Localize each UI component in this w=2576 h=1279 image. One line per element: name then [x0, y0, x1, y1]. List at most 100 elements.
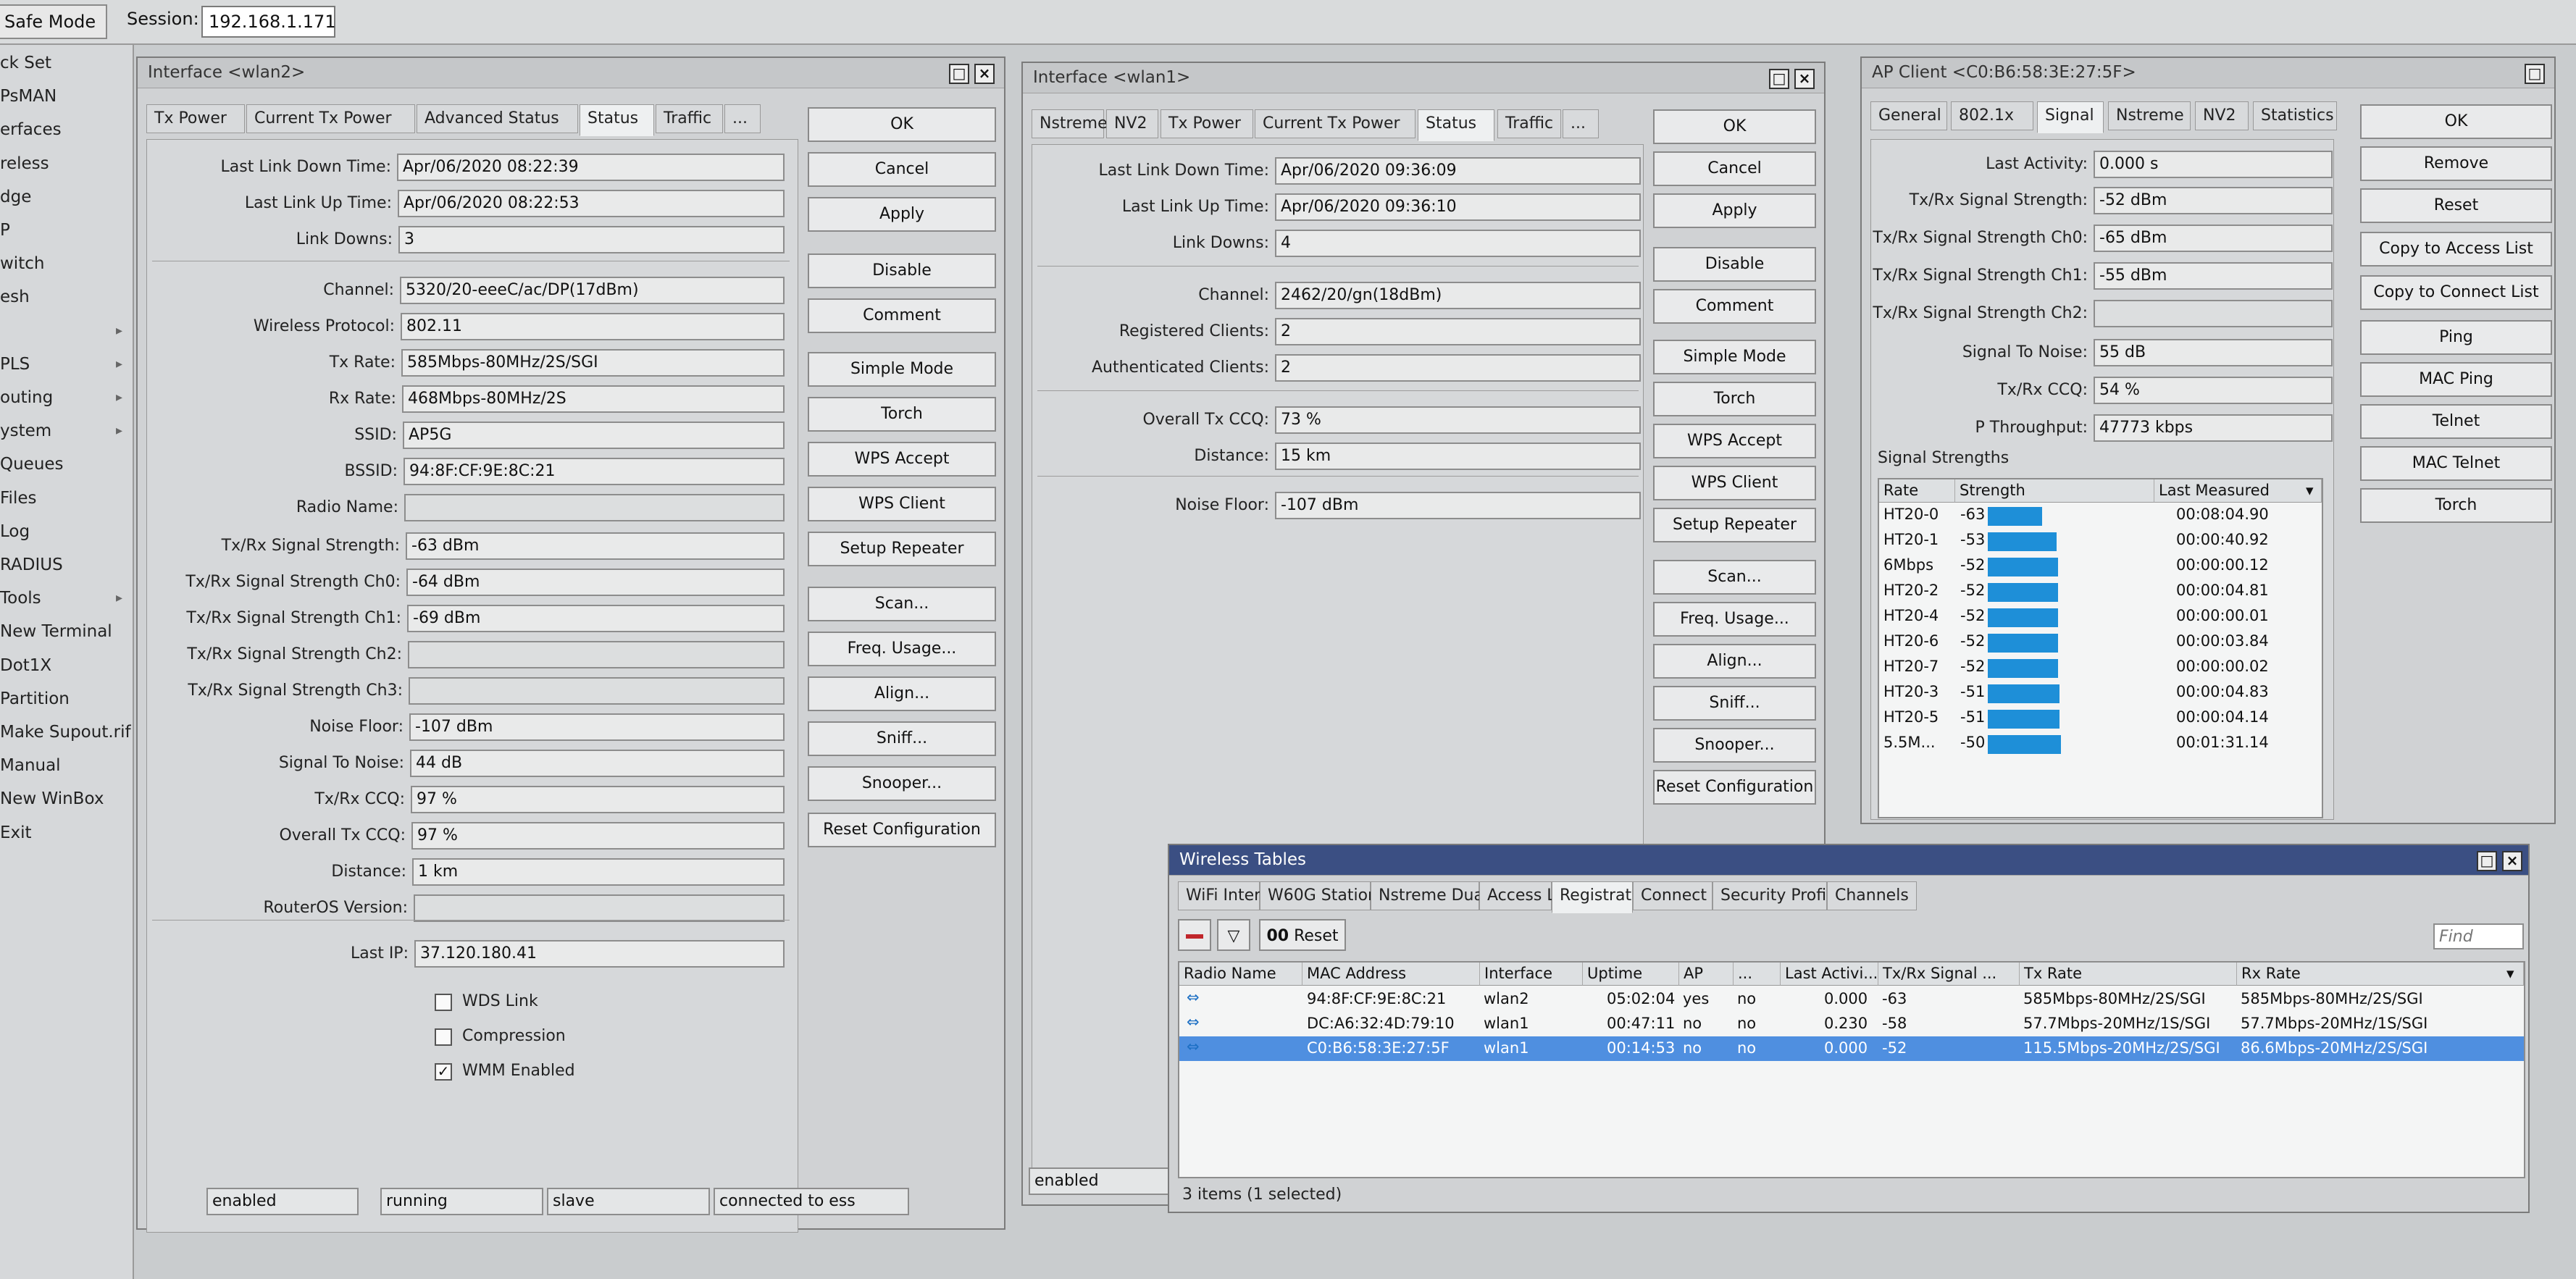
tab-w60g-station[interactable]: W60G Station — [1260, 881, 1378, 910]
wps-accept-button[interactable]: WPS Accept — [808, 442, 996, 477]
disable-button[interactable]: Disable — [808, 253, 996, 288]
wmm-enabled-checkbox[interactable]: ✓ — [435, 1063, 452, 1081]
left-menu-item-queues[interactable]: Queues — [0, 455, 64, 474]
safe-mode-button[interactable]: Safe Mode — [0, 4, 108, 39]
tab-signal[interactable]: Signal — [2037, 101, 2104, 133]
column-header-strength[interactable]: Strength — [1955, 479, 2154, 503]
align-button[interactable]: Align... — [808, 676, 996, 711]
align-button[interactable]: Align... — [1653, 644, 1816, 679]
tab-statistics[interactable]: Statistics — [2253, 101, 2337, 130]
copy-to-access-list-button[interactable]: Copy to Access List — [2360, 232, 2552, 267]
left-menu-item-p[interactable]: P — [0, 221, 10, 240]
table-row[interactable]: ⇔ 94:8F:CF:9E:8C:21 wlan2 05:02:04 yes no 0.00… — [1179, 987, 2524, 1012]
setup-repeater-button[interactable]: Setup Repeater — [808, 532, 996, 566]
column-header-radio-name[interactable]: Radio Name — [1179, 963, 1302, 986]
close-icon[interactable]: × — [1794, 69, 1815, 89]
comment-button[interactable]: Comment — [808, 298, 996, 333]
tab-item[interactable]: ... — [724, 104, 761, 133]
column-header-last-activi[interactable]: Last Activi... — [1781, 963, 1878, 986]
scan-button[interactable]: Scan... — [1653, 560, 1816, 595]
close-icon[interactable]: × — [974, 64, 995, 84]
tab-channels[interactable]: Channels — [1827, 881, 1917, 910]
left-menu-item-witch[interactable]: witch — [0, 254, 44, 273]
cancel-button[interactable]: Cancel — [1653, 151, 1816, 186]
left-menu-item-erfaces[interactable]: erfaces — [0, 120, 62, 139]
tab-traffic[interactable]: Traffic — [656, 104, 723, 133]
left-menu-item-manual[interactable]: Manual — [0, 756, 61, 775]
tab-status[interactable]: Status — [580, 104, 654, 136]
sniff-button[interactable]: Sniff... — [1653, 686, 1816, 721]
left-menu-item-ck-set[interactable]: ck Set — [0, 54, 51, 72]
tab-advanced-status[interactable]: Advanced Status — [417, 104, 578, 133]
apply-button[interactable]: Apply — [1653, 193, 1816, 228]
tab-nv2[interactable]: NV2 — [2195, 101, 2249, 130]
left-menu-item-outing[interactable]: outing — [0, 388, 53, 407]
left-menu-item-tools[interactable]: Tools — [0, 589, 41, 608]
tab-general[interactable]: General — [1870, 101, 1947, 130]
left-menu-item-make-supout-rif[interactable]: Make Supout.rif — [0, 723, 131, 742]
ok-button[interactable]: OK — [1653, 109, 1816, 144]
freq-usage-button[interactable]: Freq. Usage... — [808, 632, 996, 666]
left-menu-item-new-terminal[interactable]: New Terminal — [0, 622, 112, 641]
ok-button[interactable]: OK — [808, 107, 996, 142]
reset-button[interactable]: Reset — [2360, 188, 2552, 223]
column-header-mac-address[interactable]: MAC Address — [1302, 963, 1480, 986]
remove-button[interactable]: Remove — [2360, 146, 2552, 181]
scan-button[interactable]: Scan... — [808, 587, 996, 621]
column-menu-icon[interactable]: ▾ — [2504, 963, 2524, 986]
apply-button[interactable]: Apply — [808, 197, 996, 232]
torch-button[interactable]: Torch — [2360, 488, 2552, 523]
table-row[interactable]: ⇔ DC:A6:32:4D:79:10 wlan1 00:47:11 no no 0.230… — [1179, 1012, 2524, 1036]
left-menu-item-files[interactable]: Files — [0, 489, 36, 508]
tab-current-tx-power[interactable]: Current Tx Power — [1255, 109, 1415, 138]
column-menu-icon[interactable]: ▾ — [2303, 479, 2322, 503]
setup-repeater-button[interactable]: Setup Repeater — [1653, 508, 1816, 542]
tab-nv2[interactable]: NV2 — [1106, 109, 1158, 138]
reset-counters-button[interactable]: 00 Reset — [1259, 919, 1346, 951]
left-menu-item-psman[interactable]: PsMAN — [0, 87, 57, 106]
find-input[interactable] — [2433, 923, 2524, 949]
ok-button[interactable]: OK — [2360, 104, 2552, 139]
reset-configuration-button[interactable]: Reset Configuration — [808, 813, 996, 847]
tab-traffic[interactable]: Traffic — [1497, 109, 1561, 138]
left-menu-item-pls[interactable]: PLS — [0, 355, 30, 374]
freq-usage-button[interactable]: Freq. Usage... — [1653, 602, 1816, 637]
column-header-last-measured[interactable]: Last Measured — [2154, 479, 2317, 503]
wps-accept-button[interactable]: WPS Accept — [1653, 424, 1816, 458]
tab-802-1x[interactable]: 802.1x — [1951, 101, 2033, 130]
remove-button[interactable] — [1178, 919, 1211, 951]
close-icon[interactable]: × — [2502, 851, 2522, 871]
tab-access-list[interactable]: Access List — [1479, 881, 1575, 910]
maximize-icon[interactable]: □ — [2525, 64, 2545, 84]
tab-current-tx-power[interactable]: Current Tx Power — [246, 104, 415, 133]
column-header-tx-rx-signal[interactable]: Tx/Rx Signal ... — [1878, 963, 2020, 986]
copy-to-connect-list-button[interactable]: Copy to Connect List — [2360, 275, 2552, 310]
maximize-icon[interactable]: □ — [949, 64, 969, 84]
telnet-button[interactable]: Telnet — [2360, 404, 2552, 439]
tab-connect-list[interactable]: Connect List — [1633, 881, 1739, 910]
torch-button[interactable]: Torch — [1653, 382, 1816, 416]
mac-telnet-button[interactable]: MAC Telnet — [2360, 446, 2552, 481]
maximize-icon[interactable]: □ — [2477, 851, 2497, 871]
tab-tx-power[interactable]: Tx Power — [146, 104, 245, 133]
left-menu-item-ystem[interactable]: ystem — [0, 422, 51, 440]
disable-button[interactable]: Disable — [1653, 247, 1816, 282]
simple-mode-button[interactable]: Simple Mode — [1653, 340, 1816, 374]
tab-nstreme[interactable]: Nstreme — [2108, 101, 2191, 130]
tab-nstreme-dual[interactable]: Nstreme Dual — [1371, 881, 1488, 910]
compression-checkbox[interactable] — [435, 1028, 452, 1046]
left-menu-item-dge[interactable]: dge — [0, 188, 31, 206]
table-row[interactable]: ⇔ C0:B6:58:3E:27:5F wlan1 00:14:53 no no 0.000… — [1179, 1036, 2524, 1061]
left-menu-item-reless[interactable]: reless — [0, 154, 49, 173]
tab-wifi-interfaces[interactable]: WiFi Interfaces — [1178, 881, 1303, 910]
torch-button[interactable]: Torch — [808, 397, 996, 432]
snooper-button[interactable]: Snooper... — [808, 766, 996, 801]
filter-button[interactable]: ▽ — [1217, 919, 1250, 951]
session-field[interactable]: 192.168.1.171 — [201, 6, 336, 38]
wds-link-checkbox[interactable] — [435, 994, 452, 1011]
tab-registration[interactable]: Registration — [1552, 881, 1656, 913]
column-header-tx-rate[interactable]: Tx Rate — [2020, 963, 2237, 986]
column-header-item[interactable]: ... — [1734, 963, 1781, 986]
left-menu-item-log[interactable]: Log — [0, 522, 30, 541]
tab-nstreme[interactable]: Nstreme — [1032, 109, 1108, 138]
